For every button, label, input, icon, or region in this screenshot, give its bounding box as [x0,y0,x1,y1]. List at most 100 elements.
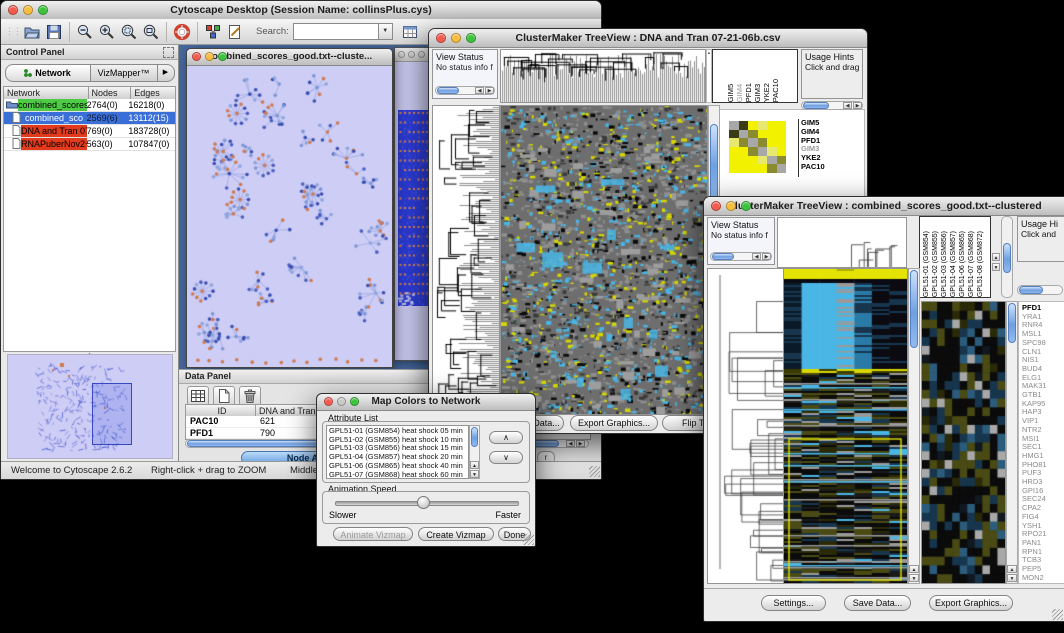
window-resize-grip[interactable] [589,466,600,477]
gene-label[interactable]: YSH1 [1022,522,1064,531]
heatmap-cell[interactable] [777,164,787,173]
close-icon[interactable] [8,5,18,15]
open-folder-icon[interactable] [21,21,43,43]
gene-label[interactable]: ELG1 [1022,374,1064,383]
heatmap-cell[interactable] [729,147,739,156]
heatmap-cell[interactable] [767,164,777,173]
gene-label[interactable]: NTR2 [1022,426,1064,435]
trash-icon[interactable] [239,386,261,406]
scrollbar-thumb[interactable] [437,87,459,94]
zoom-window-icon[interactable] [466,33,476,43]
row-label[interactable]: PAC10 [801,163,867,172]
gene-label[interactable]: RPN1 [1022,548,1064,557]
heatmap-cell[interactable] [777,121,787,130]
scrollbar-thumb[interactable] [712,253,734,260]
minimize-icon[interactable] [408,51,415,58]
network-table-row[interactable]: RNAPuberNov2+563(0)107847(0) [4,138,175,151]
close-icon[interactable] [324,397,333,406]
column-label[interactable]: GPL51-04 (GSM857) [949,231,958,297]
gene-label[interactable]: YRA1 [1022,313,1064,322]
view-status-hscrollbar[interactable]: ◀ ▶ [435,86,495,95]
settings-button[interactable]: Settings... [761,595,826,611]
gene-label[interactable]: TCB3 [1022,556,1064,565]
gene-label[interactable]: SEC24 [1022,495,1064,504]
gene-label[interactable]: GPI16 [1022,487,1064,496]
heatmap-cell[interactable] [729,130,739,139]
heatmap-cell[interactable] [777,156,787,165]
window-resize-grip[interactable] [1052,609,1063,620]
treeview2-heatmap[interactable] [783,268,908,584]
heatmap-cell[interactable] [739,164,749,173]
column-label[interactable]: PAC10 [771,79,780,102]
scroll-down-icon[interactable]: ▼ [1007,574,1017,582]
treeview1-heatmap[interactable] [500,105,708,415]
table-grid-icon[interactable] [187,386,209,406]
column-label[interactable]: GPL51-06 (GSM865) [958,231,967,297]
heatmap-cell[interactable] [739,121,749,130]
heatmap-cell[interactable] [777,147,787,156]
tab-vizmapper[interactable]: VizMapper™ [91,64,158,82]
save-icon[interactable] [43,21,65,43]
gene-label[interactable]: HRD3 [1022,478,1064,487]
scroll-right-icon[interactable]: ▶ [853,102,862,109]
heatmap-cell[interactable] [739,147,749,156]
treeview1-row-labels[interactable]: GIM5GIM4PFD1GIM3YKE2PAC10 [798,119,867,177]
scroll-left-icon[interactable]: ◀ [752,253,761,260]
scrollbar-thumb[interactable] [803,102,829,109]
new-document-icon[interactable] [213,386,235,406]
treeview2-zoom-heatmap[interactable] [921,301,1006,584]
treeview1-column-labels[interactable]: GIM5GIM4PFD1GIM3YKE2PAC10 [712,49,798,103]
attribute-table-icon[interactable] [399,21,421,43]
heatmap-cell[interactable] [729,164,739,173]
gene-label[interactable]: FIG4 [1022,513,1064,522]
search-input[interactable] [293,23,379,40]
move-down-button[interactable]: ∨ [489,451,523,464]
treeview2-row-dendrogram[interactable] [707,268,785,584]
minimize-icon[interactable] [337,397,346,406]
column-label[interactable]: GPL51-01 (GSM854) [922,231,931,297]
network-overview-panel[interactable] [7,354,173,459]
scroll-right-icon[interactable]: ▶ [485,87,494,94]
scrollbar-thumb[interactable] [471,427,478,447]
labels-scroll-down-icon[interactable]: ▼ [992,263,1000,271]
scroll-left-icon[interactable]: ◀ [475,87,484,94]
heatmap-cell[interactable] [748,164,758,173]
heatmap-cell[interactable] [777,138,787,147]
gene-label[interactable]: KAP95 [1022,400,1064,409]
network-table-header[interactable]: Network Nodes Edges [4,87,175,99]
network-canvas[interactable] [187,66,390,366]
scroll-up-icon[interactable]: ▲ [909,565,919,573]
heatmap-cell[interactable] [748,121,758,130]
column-label[interactable]: GPL51-08 (GSM872) [976,231,985,297]
scroll-up-icon[interactable]: ▲ [1007,565,1017,573]
close-icon[interactable] [436,33,446,43]
scroll-right-icon[interactable]: ▶ [576,440,585,447]
minimize-icon[interactable] [726,201,736,211]
heatmap-cell[interactable] [767,130,777,139]
animate-vizmap-button[interactable]: Animate Vizmap [333,527,413,541]
scroll-up-icon[interactable]: ▲ [470,461,479,469]
gene-label[interactable]: RNR4 [1022,321,1064,330]
search-dropdown-arrow-icon[interactable]: ▼ [379,23,393,40]
scrollbar-thumb[interactable] [1008,303,1016,343]
scroll-left-icon[interactable]: ◀ [843,102,852,109]
heatmap-cell[interactable] [748,138,758,147]
zoom-window-icon[interactable] [218,52,227,61]
column-label[interactable]: GIM4 [735,79,744,102]
move-up-button[interactable]: ∧ [489,431,523,444]
zoom-window-icon[interactable] [38,5,48,15]
network-table-row[interactable]: combined_sco2569(6)13112(15) [4,112,175,125]
save-data-button[interactable]: Save Data... [844,595,911,611]
zoom-in-icon[interactable] [96,21,118,43]
gene-label[interactable]: PHO81 [1022,461,1064,470]
heatmap-cell[interactable] [767,138,777,147]
gene-label[interactable]: RPO21 [1022,530,1064,539]
dialog-resize-grip[interactable] [523,534,534,545]
gene-label[interactable]: PAN1 [1022,539,1064,548]
scrollbar-thumb[interactable] [910,270,918,348]
gene-label[interactable]: MAK31 [1022,382,1064,391]
scrollbar-thumb[interactable] [1019,286,1043,294]
column-label[interactable]: GPL51-03 (GSM856) [940,231,949,297]
export-graphics-button[interactable]: Export Graphics... [570,415,658,431]
heatmap-cell[interactable] [767,156,777,165]
